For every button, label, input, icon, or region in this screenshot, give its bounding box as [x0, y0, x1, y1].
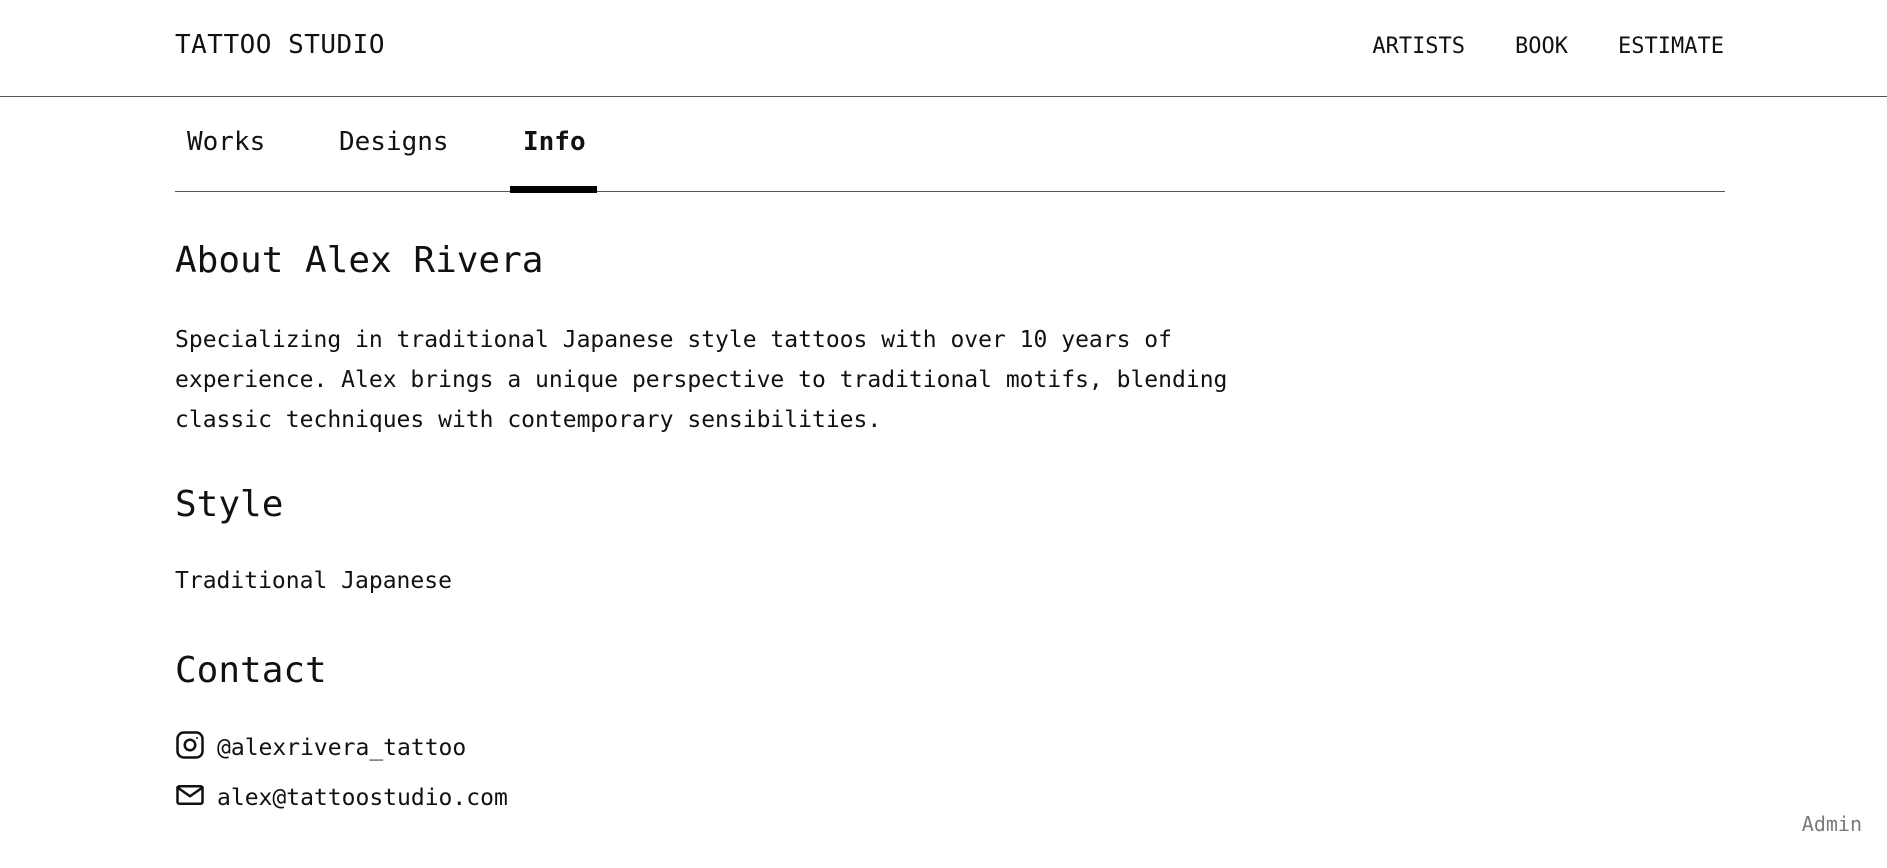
- mail-icon: [175, 780, 205, 816]
- instagram-handle[interactable]: @alexrivera_tattoo: [217, 735, 466, 761]
- instagram-contact[interactable]: @alexrivera_tattoo: [175, 730, 466, 766]
- about-description: Specializing in traditional Japanese sty…: [175, 327, 1228, 433]
- style-value: Traditional Japanese: [175, 568, 452, 594]
- contact-heading: Contact: [175, 650, 327, 691]
- email-contact[interactable]: alex@tattoostudio.com: [175, 780, 508, 816]
- tab-info[interactable]: Info: [523, 127, 586, 157]
- nav-book-link[interactable]: BOOK: [1515, 34, 1568, 59]
- nav-artists-link[interactable]: ARTISTS: [1372, 34, 1465, 59]
- about-heading: About Alex Rivera: [175, 240, 544, 281]
- main-nav: ARTISTS BOOK ESTIMATE: [1372, 34, 1724, 59]
- top-navigation-bar: TATTOO STUDIO ARTISTS BOOK ESTIMATE: [0, 0, 1887, 97]
- instagram-icon: [175, 730, 205, 766]
- nav-estimate-link[interactable]: ESTIMATE: [1618, 34, 1724, 59]
- brand-title[interactable]: TATTOO STUDIO: [175, 30, 385, 60]
- email-address[interactable]: alex@tattoostudio.com: [217, 785, 508, 811]
- tab-designs[interactable]: Designs: [339, 127, 449, 157]
- style-heading: Style: [175, 484, 284, 525]
- active-tab-indicator: [510, 186, 597, 193]
- profile-tabs: Works Designs Info: [175, 97, 1725, 193]
- tab-works[interactable]: Works: [187, 127, 265, 157]
- admin-link[interactable]: Admin: [1802, 812, 1862, 836]
